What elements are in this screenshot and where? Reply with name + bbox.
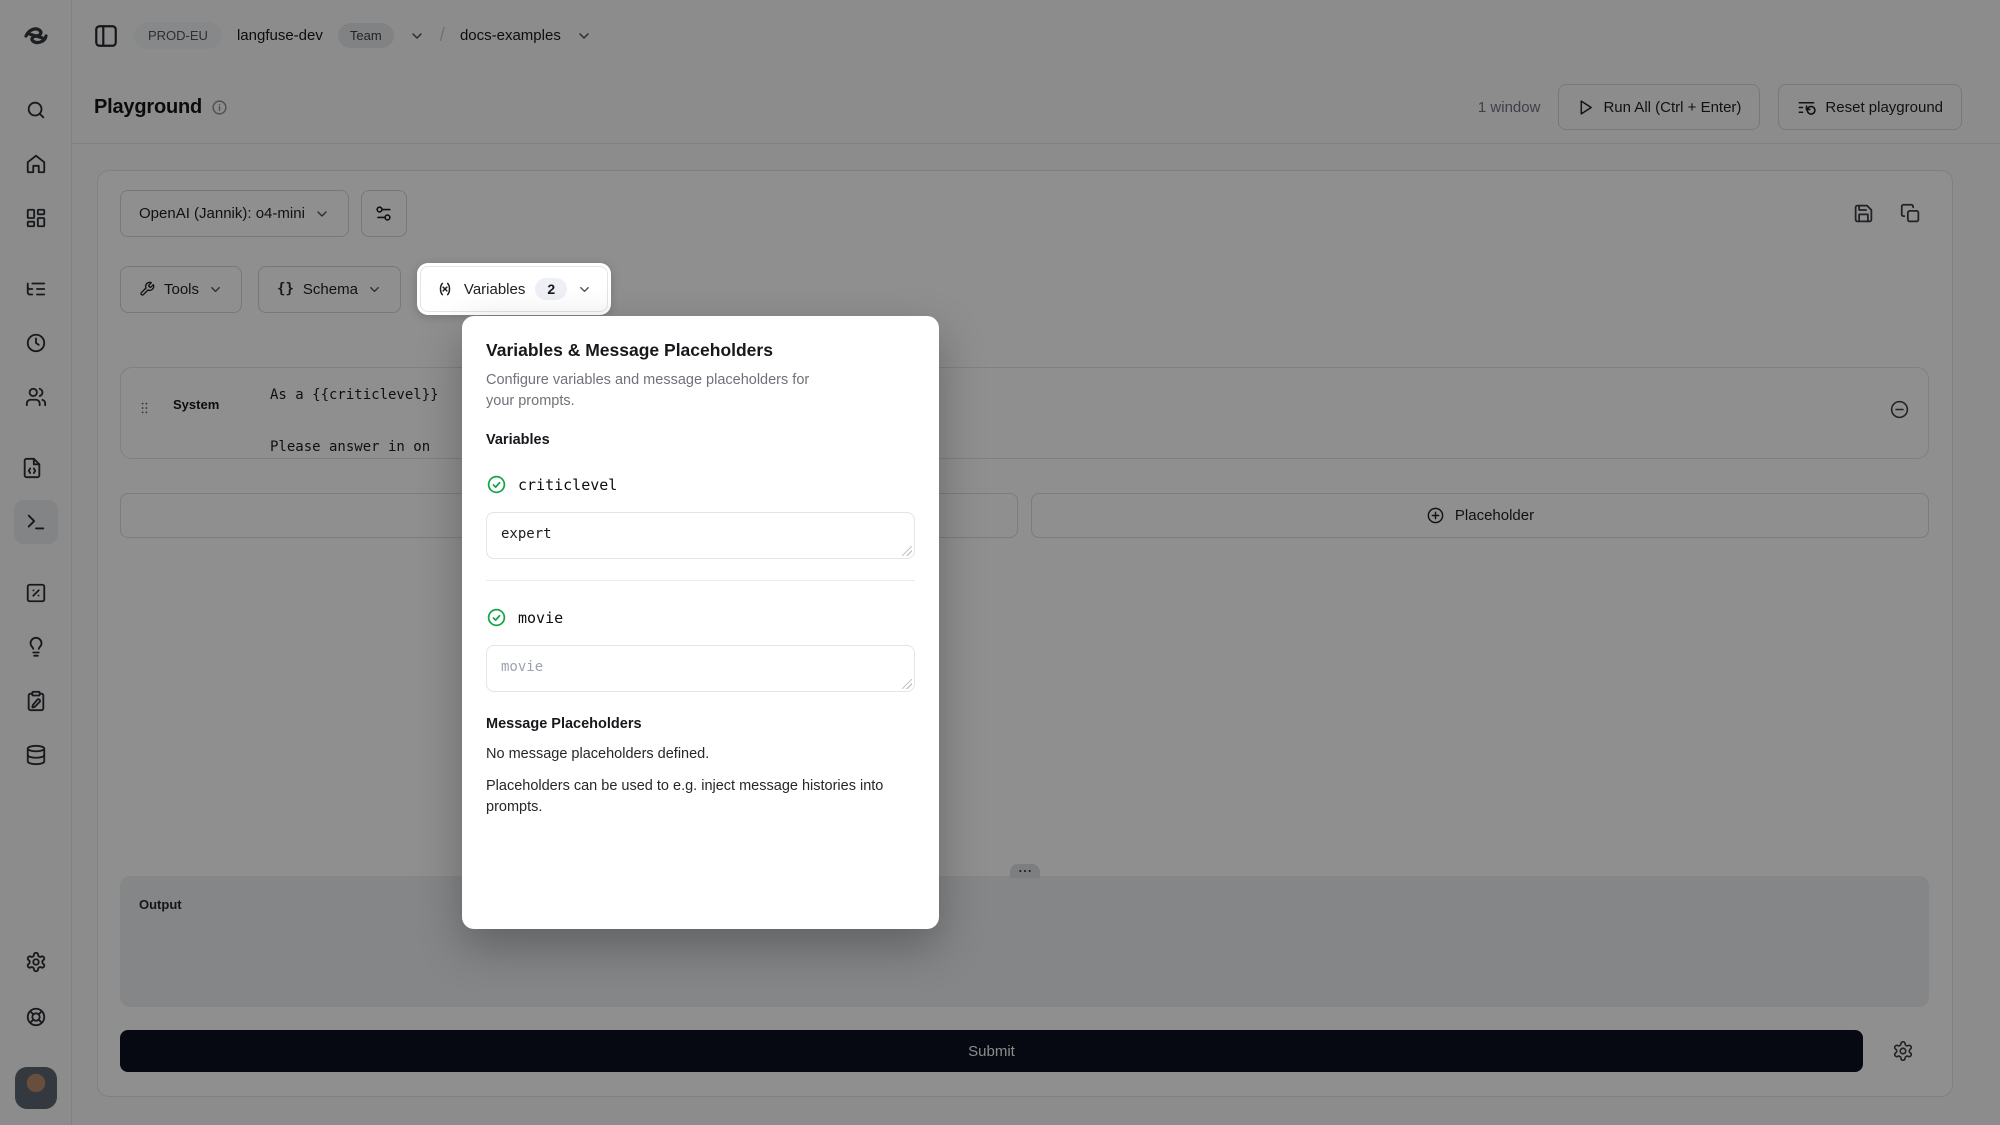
variables-dropdown[interactable]: Variables 2 <box>420 266 608 312</box>
popover-subtitle: Configure variables and message placehol… <box>486 370 838 412</box>
check-circle-icon <box>486 474 507 495</box>
resize-corner-icon <box>902 679 912 689</box>
variables-popover-anchor: Variables 2 <box>417 263 611 315</box>
check-circle-icon <box>486 607 507 628</box>
variables-count-badge: 2 <box>535 278 567 300</box>
variable-item: criticlevel expert <box>486 474 915 559</box>
resize-corner-icon <box>902 546 912 556</box>
variables-popover: Variables & Message Placeholders Configu… <box>462 316 939 929</box>
placeholders-heading: Message Placeholders <box>486 716 915 732</box>
chevron-down-icon <box>577 282 592 297</box>
divider <box>486 580 915 581</box>
variables-heading: Variables <box>486 432 915 448</box>
popover-title: Variables & Message Placeholders <box>486 340 915 361</box>
variable-name: movie <box>518 609 563 627</box>
variable-value-input[interactable] <box>486 645 915 692</box>
variable-value-input[interactable]: expert <box>486 512 915 559</box>
placeholders-help-text: Placeholders can be used to e.g. inject … <box>486 776 886 817</box>
variables-label: Variables <box>464 281 525 298</box>
variable-item: movie <box>486 607 915 692</box>
placeholders-empty-text: No message placeholders defined. <box>486 746 915 762</box>
variable-icon <box>436 280 454 298</box>
dim-overlay[interactable] <box>0 0 2000 1125</box>
variable-name: criticlevel <box>518 476 617 494</box>
